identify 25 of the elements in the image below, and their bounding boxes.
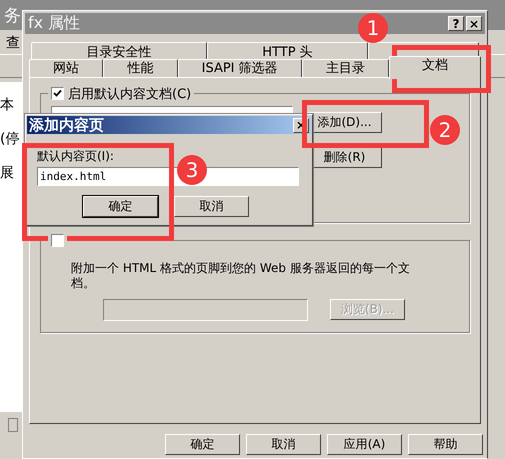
tab[interactable]: 网站	[29, 59, 104, 77]
file-path-field[interactable]	[103, 299, 308, 321]
description-text: 附加一个 HTML 格式的页脚到您的 Web 服务器返回的每一个文档。	[71, 261, 411, 291]
dialog-title: 添加内容页	[29, 116, 105, 134]
ok-button[interactable]: 确定	[165, 434, 240, 455]
cancel-button[interactable]: 取消	[246, 434, 321, 455]
field-label: 默认内容页(I):	[37, 148, 115, 165]
tab[interactable]: 目录安全性	[31, 42, 207, 60]
checkbox[interactable]	[51, 87, 64, 100]
checkbox-label: 启用默认内容文档(C)	[68, 86, 192, 102]
dialog-title: fx 属性	[28, 13, 80, 34]
tab[interactable]: 文档	[389, 56, 482, 79]
ok-button[interactable]: 确定	[83, 196, 158, 217]
menu-item[interactable]: 查	[6, 35, 20, 51]
tab[interactable]: ISAPI 筛选器	[178, 59, 302, 77]
apply-button[interactable]: 应用(A)	[327, 434, 402, 455]
help-button[interactable]: 帮助	[408, 434, 483, 455]
tab[interactable]: 主目录	[302, 59, 390, 77]
tab[interactable]: 性能	[103, 59, 178, 77]
tab[interactable]: HTTP 头	[206, 42, 368, 60]
cancel-button[interactable]: 取消	[174, 196, 249, 217]
window-title: 务	[4, 4, 21, 26]
checkbox[interactable]	[51, 234, 64, 247]
close-button[interactable]: ×	[466, 16, 482, 31]
help-button[interactable]: ?	[448, 16, 464, 31]
